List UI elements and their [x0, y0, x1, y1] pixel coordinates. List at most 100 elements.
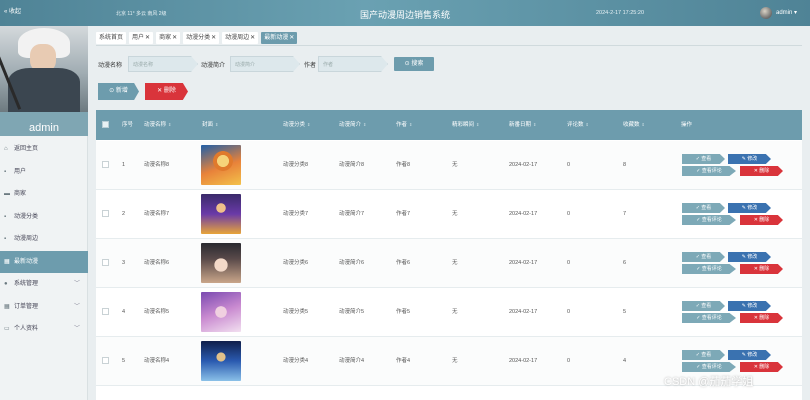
column-header[interactable]: 精彩瞬间 ⇕	[452, 110, 479, 140]
row-checkbox[interactable]	[102, 259, 109, 266]
tab-1[interactable]: 用户✕	[129, 32, 154, 44]
cover-image	[201, 292, 241, 332]
edit-button[interactable]: ✎ 修改	[728, 252, 771, 262]
sidebar-item-4[interactable]: ▪ 动漫周边	[0, 228, 88, 251]
sidebar-item-1[interactable]: ▪ 用户	[0, 161, 88, 184]
category-icon: ▪	[4, 213, 7, 220]
column-header[interactable]: 封面 ⇕	[202, 110, 218, 140]
sidebar: admin ⌂ 返回主页 ▪ 用户 ▬ 商家 ▪ 动漫分类 ▪ 动漫周边 ▦ 最新动漫 ● 系统管理 ﹀ ▦ 订…	[0, 26, 88, 400]
row-checkbox[interactable]	[102, 210, 109, 217]
row-checkbox[interactable]	[102, 357, 109, 364]
author-search-input[interactable]: 作者	[318, 56, 388, 72]
delete-button[interactable]: ✕ 删除	[740, 264, 783, 274]
column-header[interactable]: 新番日期 ⇕	[509, 110, 536, 140]
close-icon[interactable]: ✕	[211, 35, 216, 41]
close-icon[interactable]: ✕	[172, 35, 177, 41]
sort-icon: ⇕	[641, 122, 645, 127]
add-button[interactable]: ⊙ 新增	[98, 83, 139, 100]
sidebar-item-7[interactable]: ▦ 订单管理 ﹀	[0, 296, 88, 319]
sidebar-item-3[interactable]: ▪ 动漫分类	[0, 206, 88, 229]
view-comments-button[interactable]: ✓ 查看评论	[682, 166, 736, 176]
header-label: 封面	[202, 122, 214, 128]
sidebar-item-0[interactable]: ⌂ 返回主页	[0, 138, 88, 161]
row-checkbox[interactable]	[102, 161, 109, 168]
column-header[interactable]: 评论数 ⇕	[567, 110, 589, 140]
search-button[interactable]: ⊙ 搜索	[394, 57, 434, 71]
view-comments-button[interactable]: ✓ 查看评论	[682, 313, 736, 323]
name-label: 动漫名称	[98, 63, 123, 69]
chevron-down-icon: ﹀	[73, 303, 80, 310]
user-menu[interactable]: admin ▾	[776, 9, 797, 16]
intro-search-input[interactable]: 动漫简介	[230, 56, 300, 72]
header-label: 新番日期	[509, 122, 532, 128]
column-header[interactable]: 动漫简介 ⇕	[339, 110, 366, 140]
cell-name: 动漫名称7	[144, 211, 170, 217]
edit-button[interactable]: ✎ 修改	[728, 301, 771, 311]
delete-button[interactable]: ✕ 删除	[740, 362, 783, 372]
intro-label: 动漫简介	[201, 63, 226, 69]
tab-4[interactable]: 动漫周边✕	[222, 32, 259, 44]
table-header: 序号 动漫名称 ⇕ 封面 ⇕ 动漫分类 ⇕ 动漫简介 ⇕ 作者 ⇕ 精彩瞬间 ⇕ 新番日期 ⇕ 评论数 ⇕ 收藏数…	[96, 110, 802, 140]
header-label: 评论数	[567, 122, 584, 128]
profile-image	[0, 26, 88, 112]
view-button[interactable]: ✓ 查看	[682, 350, 725, 360]
view-button[interactable]: ✓ 查看	[682, 203, 725, 213]
sidebar-item-6[interactable]: ● 系统管理 ﹀	[0, 273, 88, 296]
header-label: 精彩瞬间	[452, 122, 475, 128]
sort-icon: ⇕	[585, 122, 589, 127]
edit-button[interactable]: ✎ 修改	[728, 154, 771, 164]
cell-date: 2024-02-17	[509, 162, 538, 168]
table-row: 3 动漫名称6 动漫分类6 动漫简介6 作者6 无 2024-02-17 0 6 ✓ 查看 ✎ 修改…	[96, 239, 802, 288]
cell-category: 动漫分类8	[283, 162, 309, 168]
column-header[interactable]: 序号	[122, 110, 133, 140]
view-button[interactable]: ✓ 查看	[682, 252, 725, 262]
tab-5[interactable]: 最新动漫✕	[261, 32, 298, 44]
name-search-input[interactable]: 动漫名称	[128, 56, 198, 72]
tab-2[interactable]: 商家✕	[156, 32, 181, 44]
select-all-checkbox[interactable]	[102, 121, 109, 128]
view-button[interactable]: ✓ 查看	[682, 301, 725, 311]
view-button[interactable]: ✓ 查看	[682, 154, 725, 164]
tab-3[interactable]: 动漫分类✕	[183, 32, 220, 44]
header-label: 操作	[681, 122, 693, 128]
cell-intro: 动漫简介4	[339, 358, 365, 364]
cell-idx: 4	[122, 309, 126, 315]
column-header[interactable]: 动漫分类 ⇕	[283, 110, 310, 140]
column-header[interactable]: 操作	[681, 110, 692, 140]
view-comments-button[interactable]: ✓ 查看评论	[682, 215, 736, 225]
cell-favs: 7	[623, 211, 627, 217]
row-checkbox[interactable]	[102, 308, 109, 315]
order-icon: ▦	[4, 303, 10, 310]
edit-button[interactable]: ✎ 修改	[728, 350, 771, 360]
header-label: 序号	[122, 122, 134, 128]
delete-button[interactable]: ✕ 删除	[740, 313, 783, 323]
tab-bar: 系统首页 用户✕ 商家✕ 动漫分类✕ 动漫周边✕ 最新动漫✕	[96, 32, 298, 46]
cell-idx: 1	[122, 162, 126, 168]
user-avatar[interactable]	[760, 7, 772, 19]
column-header[interactable]: 动漫名称 ⇕	[144, 110, 171, 140]
column-header[interactable]: 作者 ⇕	[396, 110, 412, 140]
table-row: 4 动漫名称5 动漫分类5 动漫简介5 作者5 无 2024-02-17 0 5 ✓ 查看 ✎ 修改…	[96, 288, 802, 337]
delete-button[interactable]: ✕ 删除	[740, 166, 783, 176]
cell-idx: 2	[122, 211, 126, 217]
sidebar-item-label: 动漫分类	[14, 213, 39, 220]
home-icon: ⌂	[4, 146, 8, 152]
view-comments-button[interactable]: ✓ 查看评论	[682, 362, 736, 372]
edit-button[interactable]: ✎ 修改	[728, 203, 771, 213]
table-row: 2 动漫名称7 动漫分类7 动漫简介7 作者7 无 2024-02-17 0 7 ✓ 查看 ✎ 修改…	[96, 190, 802, 239]
sort-icon: ⇕	[409, 122, 413, 127]
batch-delete-button[interactable]: ✕ 删除	[145, 83, 188, 100]
header-label: 收藏数	[623, 122, 640, 128]
cell-category: 动漫分类6	[283, 260, 309, 266]
view-comments-button[interactable]: ✓ 查看评论	[682, 264, 736, 274]
tab-0[interactable]: 系统首页	[96, 32, 127, 44]
sidebar-item-2[interactable]: ▬ 商家	[0, 183, 88, 206]
column-header[interactable]: 收藏数 ⇕	[623, 110, 645, 140]
sidebar-item-8[interactable]: ▭ 个人资料 ﹀	[0, 318, 88, 341]
sort-icon: ⇕	[307, 122, 311, 127]
close-icon[interactable]: ✕	[250, 35, 255, 41]
sidebar-item-5[interactable]: ▦ 最新动漫	[0, 250, 88, 273]
close-icon[interactable]: ✕	[145, 35, 150, 41]
delete-button[interactable]: ✕ 删除	[740, 215, 783, 225]
close-icon[interactable]: ✕	[289, 35, 294, 41]
